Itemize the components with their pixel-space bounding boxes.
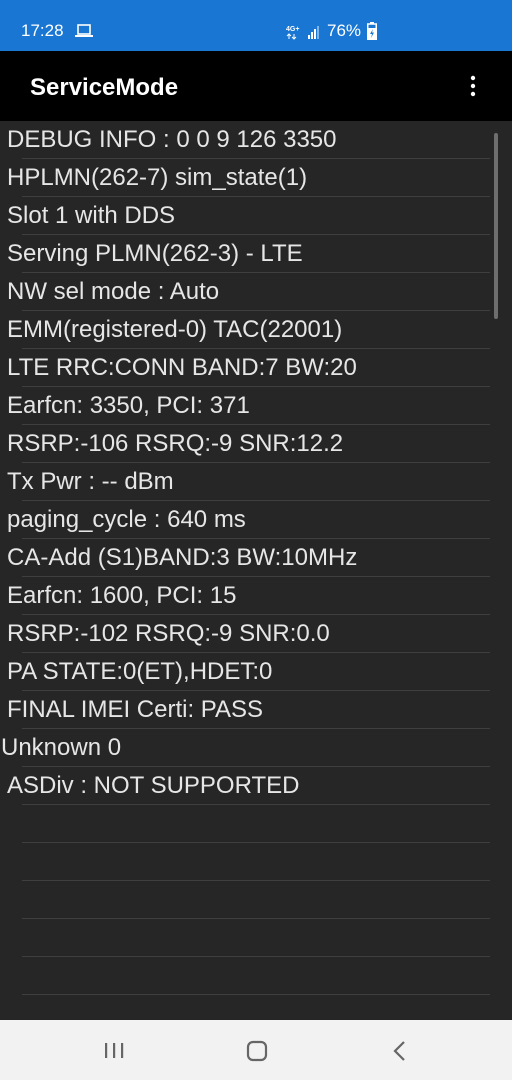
info-row: Tx Pwr : -- dBm (0, 463, 490, 501)
info-text: paging_cycle : 640 ms (7, 506, 246, 533)
info-row: Unknown 0 (0, 729, 490, 767)
info-text: RSRP:-106 RSRQ:-9 SNR:12.2 (7, 430, 344, 457)
info-row: ASDiv : NOT SUPPORTED (0, 767, 490, 805)
recent-apps-icon[interactable] (97, 1034, 131, 1068)
info-row: Earfcn: 3350, PCI: 371 (0, 387, 490, 425)
back-icon[interactable] (383, 1034, 417, 1068)
empty-row-divider (22, 956, 490, 957)
service-mode-list[interactable]: DEBUG INFO : 0 0 9 126 3350 HPLMN(262-7) … (0, 121, 512, 1020)
info-text: HPLMN(262-7) sim_state(1) (7, 164, 308, 191)
info-row: HPLMN(262-7) sim_state(1) (0, 159, 490, 197)
info-text: Serving PLMN(262-3) - LTE (7, 240, 303, 267)
info-text: Earfcn: 1600, PCI: 15 (7, 582, 237, 609)
network-signal-icon: 4G+ (286, 26, 319, 40)
info-text: Unknown 0 (1, 734, 122, 761)
row-divider (22, 804, 490, 805)
app-title: ServiceMode (30, 74, 179, 101)
info-text: LTE RRC:CONN BAND:7 BW:20 (7, 354, 357, 381)
status-time: 17:28 (21, 21, 64, 40)
info-text: RSRP:-102 RSRQ:-9 SNR:0.0 (7, 620, 330, 647)
info-row: DEBUG INFO : 0 0 9 126 3350 (0, 121, 490, 159)
info-row: NW sel mode : Auto (0, 273, 490, 311)
info-row: PA STATE:0(ET),HDET:0 (0, 653, 490, 691)
info-text: EMM(registered-0) TAC(22001) (7, 316, 343, 343)
more-vert-icon[interactable] (465, 72, 481, 100)
empty-row-divider (22, 880, 490, 881)
info-row: RSRP:-102 RSRQ:-9 SNR:0.0 (0, 615, 490, 653)
empty-row-divider (22, 842, 490, 843)
info-text: DEBUG INFO : 0 0 9 126 3350 (7, 126, 337, 153)
info-row: LTE RRC:CONN BAND:7 BW:20 (0, 349, 490, 387)
info-text: FINAL IMEI Certi: PASS (7, 696, 264, 723)
info-row: Serving PLMN(262-3) - LTE (0, 235, 490, 273)
navigation-bar (0, 1020, 512, 1080)
info-row: RSRP:-106 RSRQ:-9 SNR:12.2 (0, 425, 490, 463)
info-text: NW sel mode : Auto (7, 278, 220, 305)
info-row: EMM(registered-0) TAC(22001) (0, 311, 490, 349)
info-text: Earfcn: 3350, PCI: 371 (7, 392, 250, 419)
info-text: Tx Pwr : -- dBm (7, 468, 174, 495)
laptop-icon (75, 24, 93, 37)
info-text: CA-Add (S1)BAND:3 BW:10MHz (7, 544, 358, 571)
battery-charging-icon (367, 22, 377, 40)
home-icon[interactable] (240, 1034, 274, 1068)
info-row: FINAL IMEI Certi: PASS (0, 691, 490, 729)
network-badge: 4G+ (286, 26, 299, 33)
info-row: Earfcn: 1600, PCI: 15 (0, 577, 490, 615)
info-row: paging_cycle : 640 ms (0, 501, 490, 539)
info-row: CA-Add (S1)BAND:3 BW:10MHz (0, 539, 490, 577)
empty-row-divider (22, 994, 490, 995)
empty-row-divider (22, 918, 490, 919)
info-text: Slot 1 with DDS (7, 202, 176, 229)
battery-percent: 76% (327, 21, 362, 40)
info-row: Slot 1 with DDS (0, 197, 490, 235)
app-bar: ServiceMode (0, 51, 512, 121)
scrollbar[interactable] (494, 133, 498, 319)
status-bar: 17:28 4G+ 76% (0, 0, 512, 51)
info-text: ASDiv : NOT SUPPORTED (7, 772, 300, 799)
info-text: PA STATE:0(ET),HDET:0 (7, 658, 273, 685)
